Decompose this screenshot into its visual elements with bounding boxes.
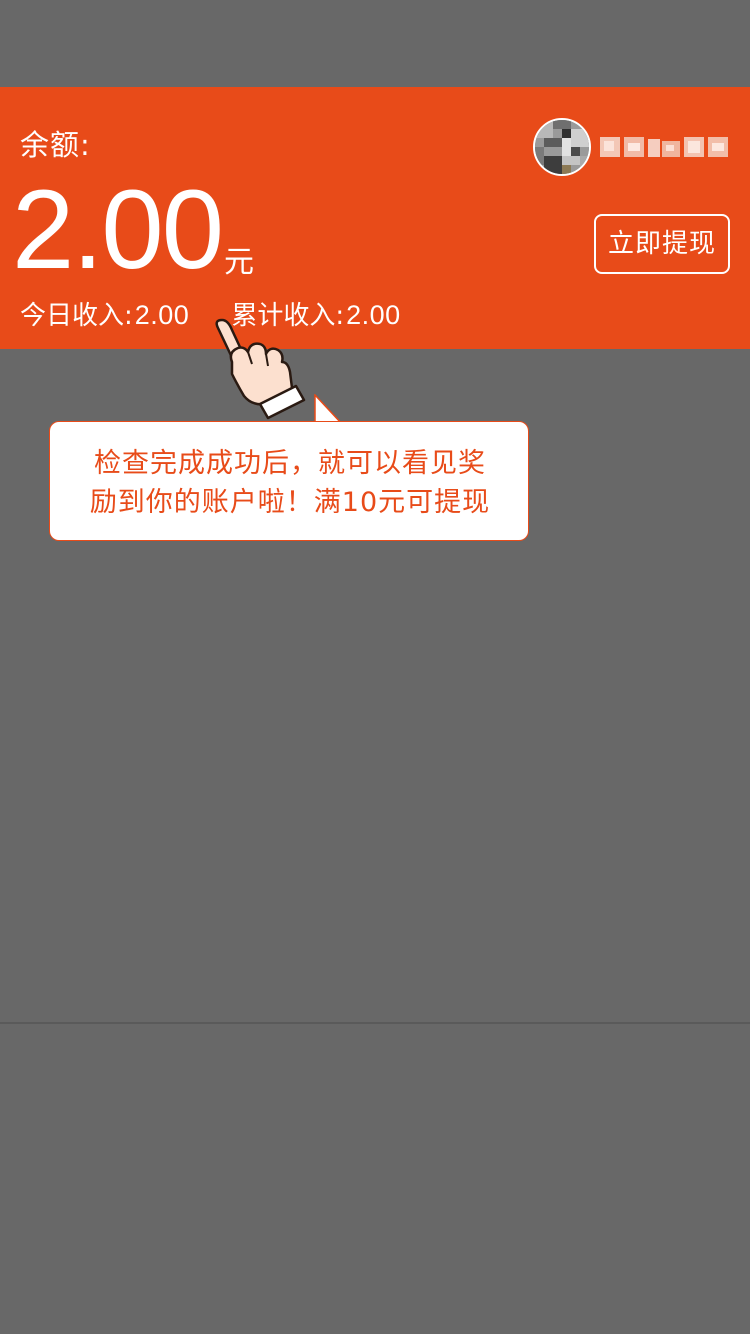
withdraw-button[interactable]: 立即提现 <box>594 214 730 274</box>
tooltip-line-1: 检查完成成功后，就可以看见奖 <box>94 448 486 479</box>
balance-card: 余额: 2.00 元 今日收入:2.00 累计收入:2.00 立即提现 <box>0 87 750 349</box>
balance-amount: 2.00 元 <box>12 167 254 292</box>
total-income-value: 2.00 <box>346 300 401 330</box>
tooltip-line-2: 励到你的账户啦！满10元可提现 <box>89 487 491 518</box>
pointing-hand-icon <box>215 318 306 420</box>
tooltip-text: 检查完成成功后，就可以看见奖 励到你的账户啦！满10元可提现 <box>80 444 500 522</box>
today-income-label: 今日收入: <box>20 301 133 331</box>
section-divider <box>0 1022 750 1024</box>
today-income-value: 2.00 <box>134 300 190 330</box>
avatar-icon[interactable] <box>533 118 591 176</box>
balance-unit: 元 <box>223 245 254 280</box>
tooltip-tail <box>314 394 354 424</box>
balance-label: 余额: <box>20 128 91 162</box>
username-blurred <box>600 133 732 161</box>
balance-value: 2.00 <box>12 167 224 292</box>
reward-tooltip: 检查完成成功后，就可以看见奖 励到你的账户啦！满10元可提现 <box>49 421 529 541</box>
